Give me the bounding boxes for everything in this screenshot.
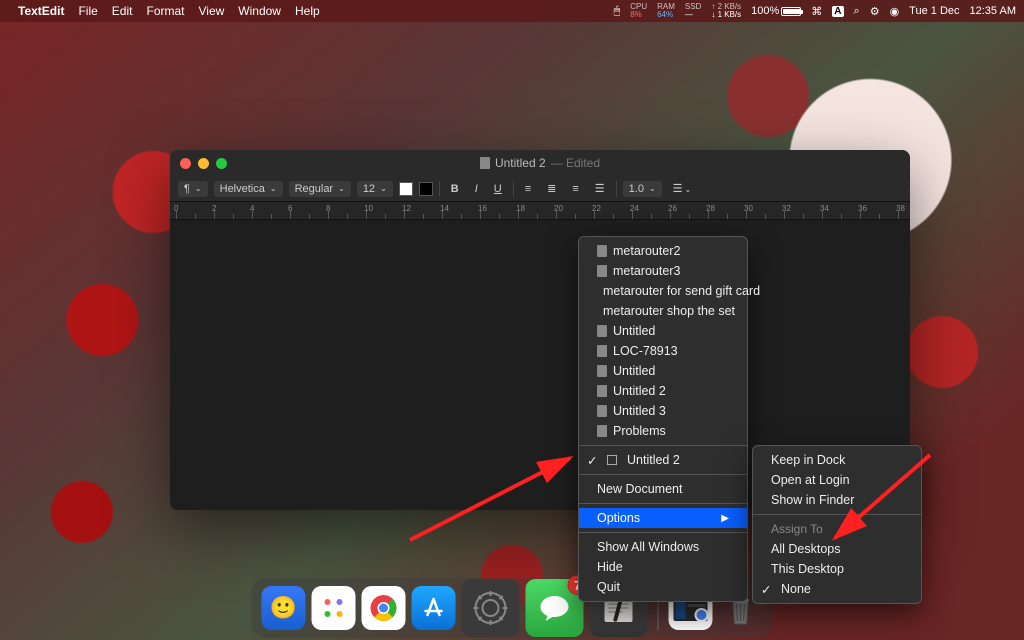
bg-color-swatch[interactable] bbox=[419, 182, 433, 196]
bluetooth-icon[interactable]: ⌘ bbox=[811, 5, 822, 18]
submenu-keep-in-dock[interactable]: Keep in Dock bbox=[753, 450, 921, 470]
ram-meter: RAM 64% bbox=[657, 3, 675, 19]
recent-file-item[interactable]: Untitled bbox=[579, 321, 747, 341]
menu-show-all-windows[interactable]: Show All Windows bbox=[579, 537, 747, 557]
options-submenu: Keep in Dock Open at Login Show in Finde… bbox=[752, 445, 922, 604]
recent-file-item[interactable]: metarouter3 bbox=[579, 261, 747, 281]
menu-help[interactable]: Help bbox=[295, 4, 320, 18]
battery-indicator[interactable]: 100% bbox=[751, 5, 801, 17]
dock-context-menu: metarouter2metarouter3metarouter for sen… bbox=[578, 236, 748, 602]
format-toolbar: ¶⌄ Helvetica⌄ Regular⌄ 12⌄ B I U ≡ ≣ ≡ ☰… bbox=[170, 176, 910, 202]
document-icon bbox=[597, 345, 607, 357]
document-icon bbox=[597, 325, 607, 337]
window-title-edited: — Edited bbox=[551, 156, 600, 170]
menu-window[interactable]: Window bbox=[238, 4, 281, 18]
line-spacing-select[interactable]: 1.0⌄ bbox=[623, 181, 662, 197]
recent-file-item[interactable]: Untitled 2 bbox=[579, 381, 747, 401]
cpu-meter: CPU 8% bbox=[630, 3, 647, 19]
mouse-icon: 🖱 bbox=[614, 5, 621, 18]
align-center-button[interactable]: ≣ bbox=[542, 180, 561, 197]
dock-app-messages[interactable]: 7 bbox=[526, 579, 584, 637]
spotlight-icon[interactable]: ⌕ bbox=[854, 5, 860, 18]
recent-file-item[interactable]: LOC-78913 bbox=[579, 341, 747, 361]
app-menu[interactable]: TextEdit bbox=[18, 4, 64, 18]
bold-button[interactable]: B bbox=[446, 181, 464, 197]
recent-file-item[interactable]: metarouter shop the set bbox=[579, 301, 747, 321]
open-window-item[interactable]: ✓Untitled 2 bbox=[579, 450, 747, 470]
menu-hide[interactable]: Hide bbox=[579, 557, 747, 577]
dock-app-launchpad[interactable] bbox=[312, 586, 356, 630]
dock-app-chrome[interactable] bbox=[362, 586, 406, 630]
menubar-time[interactable]: 12:35 AM bbox=[970, 5, 1016, 17]
text-color-swatch[interactable] bbox=[399, 182, 413, 196]
recent-file-item[interactable]: Untitled 3 bbox=[579, 401, 747, 421]
underline-button[interactable]: U bbox=[489, 181, 507, 197]
align-justify-button[interactable]: ☰ bbox=[590, 180, 610, 197]
document-icon bbox=[597, 245, 607, 257]
document-icon bbox=[597, 265, 607, 277]
submenu-this-desktop[interactable]: This Desktop bbox=[753, 559, 921, 579]
siri-icon[interactable]: ◉ bbox=[890, 5, 900, 18]
menubar: TextEdit File Edit Format View Window He… bbox=[0, 0, 1024, 22]
control-center-icon[interactable]: ⚙ bbox=[870, 5, 880, 18]
window-zoom-button[interactable] bbox=[216, 158, 227, 169]
menu-new-document[interactable]: New Document bbox=[579, 479, 747, 499]
recent-file-item[interactable]: Problems bbox=[579, 421, 747, 441]
dock-app-appstore[interactable] bbox=[412, 586, 456, 630]
document-icon bbox=[597, 385, 607, 397]
document-icon bbox=[597, 365, 607, 377]
menubar-date[interactable]: Tue 1 Dec bbox=[909, 5, 959, 17]
document-icon bbox=[480, 157, 490, 169]
font-size-select[interactable]: 12⌄ bbox=[357, 181, 393, 197]
menu-edit[interactable]: Edit bbox=[112, 4, 133, 18]
input-source-icon[interactable]: A bbox=[832, 6, 843, 17]
network-meter: ↑ 2 KB/s ↓ 1 KB/s bbox=[711, 3, 741, 19]
window-close-button[interactable] bbox=[180, 158, 191, 169]
window-title: Untitled 2 bbox=[495, 156, 546, 170]
align-left-button[interactable]: ≡ bbox=[520, 181, 536, 197]
submenu-show-in-finder[interactable]: Show in Finder bbox=[753, 490, 921, 510]
submenu-all-desktops[interactable]: All Desktops bbox=[753, 539, 921, 559]
italic-button[interactable]: I bbox=[470, 181, 483, 197]
menu-format[interactable]: Format bbox=[146, 4, 184, 18]
submenu-assign-to-heading: Assign To bbox=[753, 519, 921, 539]
paragraph-style-select[interactable]: ¶⌄ bbox=[178, 181, 208, 197]
recent-file-item[interactable]: Untitled bbox=[579, 361, 747, 381]
window-titlebar[interactable]: Untitled 2 — Edited bbox=[170, 150, 910, 176]
submenu-open-at-login[interactable]: Open at Login bbox=[753, 470, 921, 490]
menu-quit[interactable]: Quit bbox=[579, 577, 747, 597]
ssd-meter: SSD — bbox=[685, 3, 701, 19]
recent-file-item[interactable]: metarouter2 bbox=[579, 241, 747, 261]
window-minimize-button[interactable] bbox=[198, 158, 209, 169]
document-icon bbox=[597, 405, 607, 417]
align-right-button[interactable]: ≡ bbox=[567, 181, 583, 197]
recent-file-item[interactable]: metarouter for send gift card bbox=[579, 281, 747, 301]
ruler[interactable]: 02468101214161820222426283032343638 bbox=[170, 202, 910, 220]
dock-app-finder[interactable]: 🙂 bbox=[262, 586, 306, 630]
font-family-select[interactable]: Helvetica⌄ bbox=[214, 181, 283, 197]
font-style-select[interactable]: Regular⌄ bbox=[289, 181, 351, 197]
menubar-status: 🖱 CPU 8% RAM 64% SSD — ↑ 2 KB/s ↓ 1 KB/s… bbox=[614, 3, 1016, 19]
list-button[interactable]: ☰⌄ bbox=[668, 180, 697, 197]
menu-file[interactable]: File bbox=[78, 4, 97, 18]
menu-view[interactable]: View bbox=[199, 4, 225, 18]
submenu-none[interactable]: ✓None bbox=[753, 579, 921, 599]
menu-options[interactable]: Options▶ bbox=[579, 508, 747, 528]
dock-app-settings[interactable] bbox=[462, 579, 520, 637]
document-icon bbox=[597, 425, 607, 437]
